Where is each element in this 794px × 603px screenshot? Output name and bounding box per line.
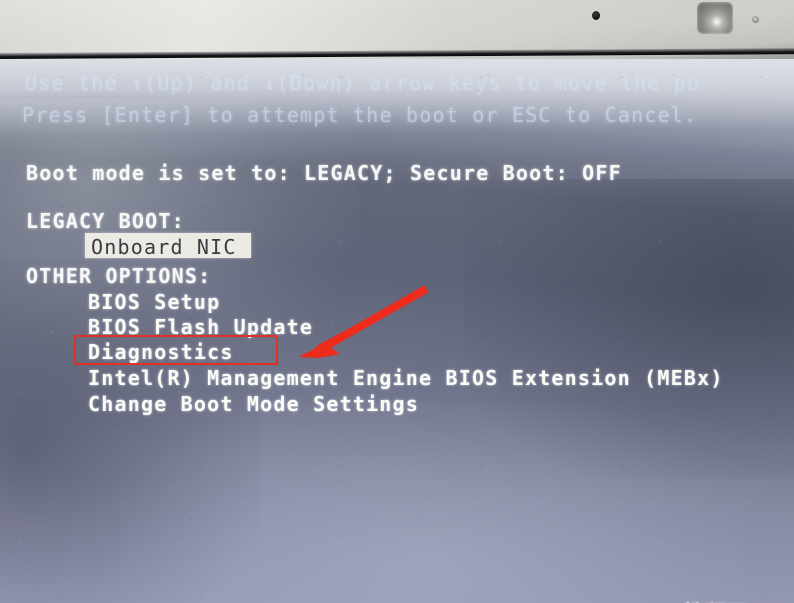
bezel-edge xyxy=(0,47,794,59)
boot-help-line-1: Use the ↑(Up) and ↓(Down) arrow keys to … xyxy=(25,71,701,95)
boot-option-onboard-nic-label: Onboard NIC xyxy=(91,235,237,259)
webcam-icon xyxy=(697,2,733,34)
boot-option-bios-setup[interactable]: BIOS Setup xyxy=(88,290,220,314)
section-heading-other-options: OTHER OPTIONS: xyxy=(26,264,212,288)
boot-mode-status: Boot mode is set to: LEGACY; Secure Boot… xyxy=(26,161,622,185)
bios-boot-menu: Use the ↑(Up) and ↓(Down) arrow keys to … xyxy=(0,59,794,603)
boot-option-intel-mebx[interactable]: Intel(R) Management Engine BIOS Extensio… xyxy=(88,366,724,390)
laptop-photo: Use the ↑(Up) and ↓(Down) arrow keys to … xyxy=(0,0,794,603)
ambient-light-sensor-icon xyxy=(752,16,759,23)
annotation-highlight-diagnostics xyxy=(74,335,278,365)
boot-option-change-boot-mode-settings[interactable]: Change Boot Mode Settings xyxy=(88,392,419,416)
laptop-bezel xyxy=(0,0,794,59)
camera-led-icon xyxy=(592,11,600,20)
laptop-screen: Use the ↑(Up) and ↓(Down) arrow keys to … xyxy=(0,59,794,603)
section-heading-legacy-boot: LEGACY BOOT: xyxy=(26,209,185,233)
boot-help-line-2: Press [Enter] to attempt the boot or ESC… xyxy=(22,103,698,127)
